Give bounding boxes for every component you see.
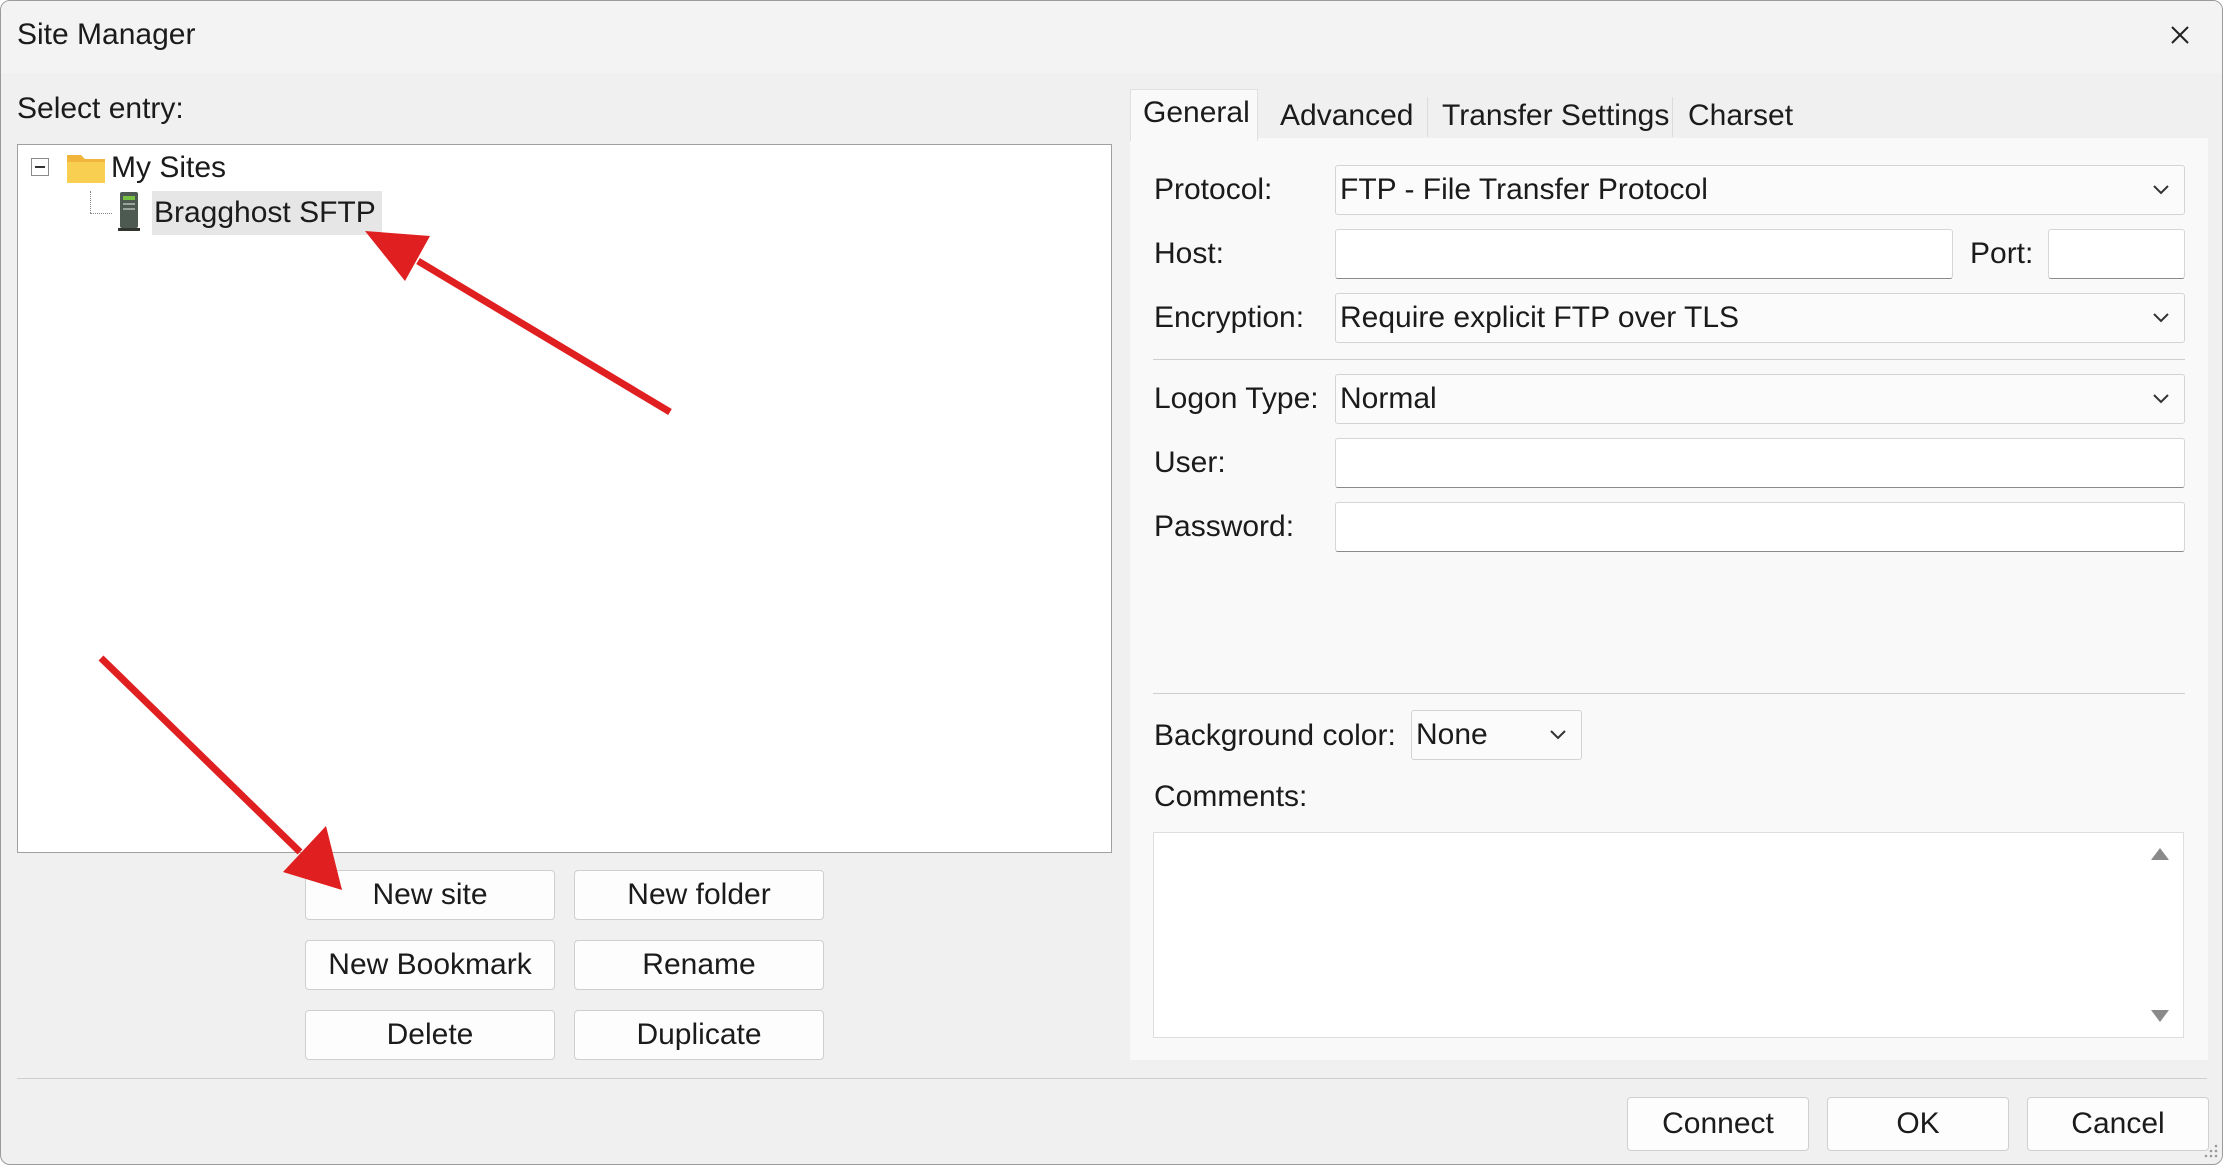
host-label: Host: bbox=[1154, 237, 1225, 270]
duplicate-button[interactable]: Duplicate bbox=[574, 1010, 824, 1060]
tree-item-bragghost-sftp[interactable]: Bragghost SFTP bbox=[154, 196, 376, 230]
background-color-label: Background color: bbox=[1154, 719, 1396, 752]
tree-item-my-sites[interactable]: My Sites bbox=[111, 151, 226, 185]
encryption-select[interactable]: Require explicit FTP over TLS bbox=[1335, 293, 2185, 343]
chevron-down-icon bbox=[2153, 313, 2169, 323]
tab-transfer-settings[interactable]: Transfer Settings bbox=[1430, 93, 1681, 139]
scroll-down-icon[interactable] bbox=[2151, 1010, 2169, 1022]
encryption-value: Require explicit FTP over TLS bbox=[1340, 301, 1740, 334]
user-input[interactable] bbox=[1335, 438, 2185, 488]
host-input[interactable] bbox=[1335, 229, 1953, 279]
resize-grip-icon[interactable] bbox=[2201, 1141, 2219, 1159]
logon-type-label: Logon Type: bbox=[1154, 382, 1319, 415]
tab-advanced[interactable]: Advanced bbox=[1268, 93, 1425, 139]
site-manager-window: Site Manager Select entry: My Sites Brag… bbox=[0, 0, 2223, 1165]
background-color-select[interactable]: None bbox=[1411, 710, 1582, 760]
new-site-button[interactable]: New site bbox=[305, 870, 555, 920]
chevron-down-icon bbox=[1550, 730, 1566, 740]
server-icon bbox=[118, 192, 140, 231]
footer-divider bbox=[17, 1078, 2207, 1079]
tab-general[interactable]: General bbox=[1130, 89, 1258, 141]
chevron-down-icon bbox=[2153, 185, 2169, 195]
port-input[interactable] bbox=[2048, 229, 2185, 279]
scroll-up-icon[interactable] bbox=[2151, 848, 2169, 860]
window-title: Site Manager bbox=[17, 18, 196, 51]
close-icon[interactable] bbox=[2160, 15, 2200, 55]
port-label: Port: bbox=[1970, 237, 2034, 270]
background-color-value: None bbox=[1416, 718, 1488, 751]
tab-charset[interactable]: Charset bbox=[1676, 93, 1805, 139]
logon-type-select[interactable]: Normal bbox=[1335, 374, 2185, 424]
password-label: Password: bbox=[1154, 510, 1295, 543]
user-label: User: bbox=[1154, 446, 1226, 479]
section-divider bbox=[1153, 359, 2185, 360]
logon-type-value: Normal bbox=[1340, 382, 1437, 415]
rename-button[interactable]: Rename bbox=[574, 940, 824, 990]
section-divider-2 bbox=[1153, 693, 2185, 694]
connect-button[interactable]: Connect bbox=[1627, 1097, 1809, 1151]
comments-textarea[interactable] bbox=[1153, 832, 2184, 1038]
protocol-value: FTP - File Transfer Protocol bbox=[1340, 173, 1708, 206]
title-bar: Site Manager bbox=[1, 1, 2222, 73]
protocol-label: Protocol: bbox=[1154, 173, 1273, 206]
ok-button[interactable]: OK bbox=[1827, 1097, 2009, 1151]
comments-label: Comments: bbox=[1154, 780, 1308, 813]
encryption-label: Encryption: bbox=[1154, 301, 1305, 334]
site-tree[interactable]: My Sites Bragghost SFTP bbox=[17, 144, 1112, 853]
new-folder-button[interactable]: New folder bbox=[574, 870, 824, 920]
delete-button[interactable]: Delete bbox=[305, 1010, 555, 1060]
select-entry-label: Select entry: bbox=[17, 92, 184, 125]
new-bookmark-button[interactable]: New Bookmark bbox=[305, 940, 555, 990]
password-input[interactable] bbox=[1335, 502, 2185, 552]
cancel-button[interactable]: Cancel bbox=[2027, 1097, 2209, 1151]
collapse-icon[interactable] bbox=[31, 158, 49, 176]
folder-icon bbox=[67, 155, 105, 183]
chevron-down-icon bbox=[2153, 394, 2169, 404]
protocol-select[interactable]: FTP - File Transfer Protocol bbox=[1335, 165, 2185, 215]
